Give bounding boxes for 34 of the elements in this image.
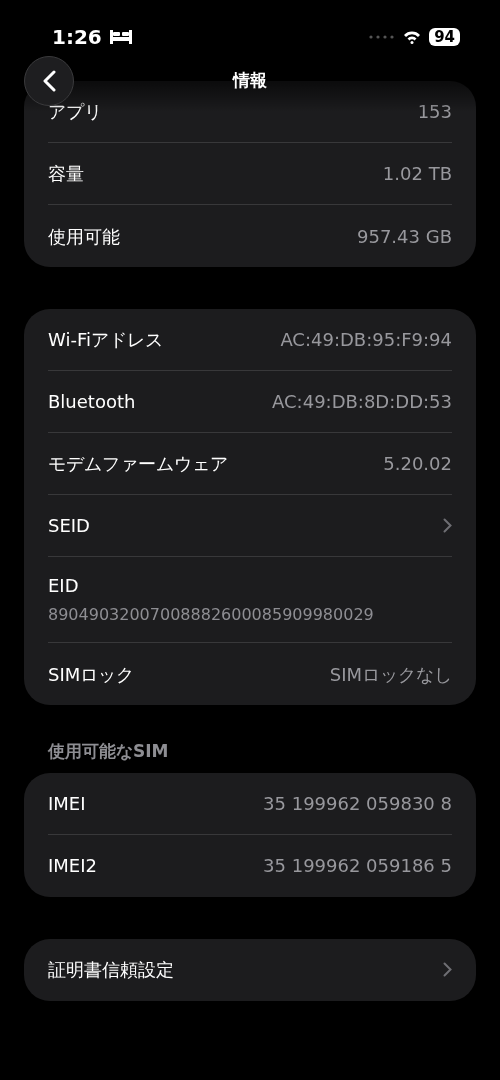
row-label: Wi-Fiアドレス (48, 328, 163, 352)
row-label: SEID (48, 514, 90, 538)
page-title: 情報 (233, 70, 267, 90)
row-value: 5.20.02 (383, 452, 452, 476)
row-value: 153 (417, 100, 452, 124)
row-value: AC:49:DB:8D:DD:53 (272, 390, 452, 414)
signal-icon (369, 35, 396, 39)
row-label: アプリ (48, 100, 102, 124)
row-value: 35 199962 059186 5 (263, 854, 452, 878)
row-label: SIMロック (48, 662, 135, 687)
row-value: 1.02 TB (382, 162, 452, 186)
section-header: 使用可能なSIM (47, 740, 170, 763)
chevron-icon (443, 518, 452, 533)
row-label: 証明書信頼設定 (48, 958, 174, 982)
row-label: 使用可能 (48, 224, 120, 249)
row-value: 89049032007008882600085909980029 (48, 604, 374, 626)
row-label: EID (48, 574, 79, 598)
row-value: 35 199962 059830 8 (263, 791, 452, 816)
bed-icon (109, 30, 132, 44)
row-label: IMEI (48, 791, 86, 816)
status-time: 1:26 (52, 24, 102, 51)
back-icon (42, 70, 56, 92)
wifi-icon (403, 30, 422, 44)
row-label: Bluetooth (48, 390, 136, 414)
settings-row[interactable]: 証明書信頼設定 (48, 938, 452, 1001)
settings-row[interactable]: SEID (48, 495, 452, 557)
row-value: AC:49:DB:95:F9:94 (280, 328, 452, 352)
row-label: IMEI2 (48, 854, 97, 878)
row-value: SIMロックなし (329, 662, 452, 687)
row-label: モデムファームウェア (48, 452, 228, 476)
row-value: 957.43 GB (357, 224, 452, 249)
battery-level: 94 (429, 28, 460, 46)
chevron-icon (443, 962, 452, 977)
row-label: 容量 (48, 162, 84, 186)
